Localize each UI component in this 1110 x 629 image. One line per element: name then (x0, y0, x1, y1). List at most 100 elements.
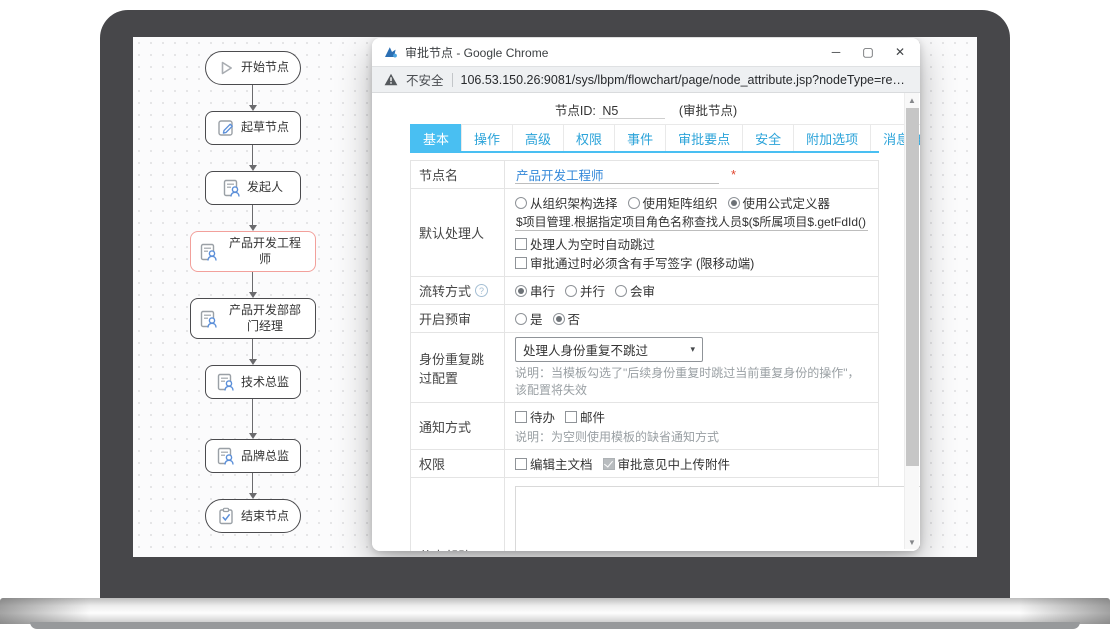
radio-option[interactable]: 否 (553, 309, 581, 328)
scroll-down-icon[interactable]: ▼ (905, 535, 919, 549)
identity-skip-hint: 说明：当模板勾选了"后续身份重复时跳过当前重复身份的操作"，该配置将失效 (515, 364, 868, 398)
radio-icon (565, 285, 577, 297)
node-type-suffix: (审批节点) (679, 104, 737, 118)
radio-icon (515, 313, 527, 325)
tab-操作[interactable]: 操作 (461, 124, 513, 151)
url-text: 106.53.150.26:9081/sys/lbpm/flowchart/pa… (461, 73, 908, 87)
checkbox-label: 审批意见中上传附件 (618, 454, 731, 473)
maximize-icon[interactable]: ▢ (852, 40, 884, 64)
help-icon[interactable]: ? (475, 284, 488, 297)
checkbox-option[interactable]: 待办 (515, 407, 555, 426)
scrollbar-thumb[interactable] (906, 108, 919, 466)
checkbox-option[interactable]: 编辑主文档 (515, 454, 593, 473)
radio-label: 使用公式定义器 (743, 193, 831, 212)
radio-icon (728, 197, 740, 209)
laptop-screen: 开始节点起草节点发起人产品开发工程师产品开发部部门经理技术总监品牌总监结束节点 … (133, 37, 977, 557)
flow-node-产品开发工程师[interactable]: 产品开发工程师 (190, 231, 316, 272)
node-id-value: N5 (599, 104, 665, 119)
radio-icon (615, 285, 627, 297)
flow-node-结束节点[interactable]: 结束节点 (205, 499, 301, 533)
tab-安全[interactable]: 安全 (742, 124, 794, 151)
node-name-label: 节点名 (411, 161, 505, 188)
laptop-base-lip (30, 622, 1080, 629)
flow-node-品牌总监[interactable]: 品牌总监 (205, 439, 301, 473)
security-label: 不安全 (406, 70, 444, 89)
permission-group: 编辑主文档 审批意见中上传附件 (515, 454, 868, 473)
tab-事件[interactable]: 事件 (614, 124, 666, 151)
identity-skip-select[interactable]: 处理人身份重复不跳过 ▾ (515, 337, 703, 362)
radio-option[interactable]: 会审 (615, 281, 655, 300)
checkbox-label: 处理人为空时自动跳过 (530, 234, 655, 253)
tab-基本[interactable]: 基本 (410, 124, 462, 151)
scroll-up-icon[interactable]: ▲ (905, 93, 919, 107)
flow-node-技术总监[interactable]: 技术总监 (205, 365, 301, 399)
handler-source-group: 从组织架构选择 使用矩阵组织 使用公式定义器 (515, 193, 868, 212)
person-icon (216, 446, 236, 466)
flow-node-发起人[interactable]: 发起人 (205, 171, 301, 205)
flow-node-label: 品牌总监 (241, 449, 289, 465)
checkbox-icon (515, 257, 527, 269)
node-id-line: 节点ID: N5 (审批节点) (372, 100, 920, 119)
scrollbar[interactable]: ▲ ▼ (904, 93, 919, 549)
flow-node-label: 产品开发部部门经理 (224, 303, 307, 334)
radio-option[interactable]: 使用矩阵组织 (628, 193, 718, 212)
pre-review-label: 开启预审 (411, 305, 505, 332)
row-node-name: 节点名 * (410, 161, 879, 189)
radio-icon (515, 197, 527, 209)
tab-权限[interactable]: 权限 (563, 124, 615, 151)
radio-option[interactable]: 使用公式定义器 (728, 193, 831, 212)
checkbox-option[interactable]: 处理人为空时自动跳过 (515, 234, 655, 253)
row-permission: 权限 编辑主文档 审批意见中上传附件 (410, 450, 879, 478)
page: 开始节点起草节点发起人产品开发工程师产品开发部部门经理技术总监品牌总监结束节点 … (0, 0, 1110, 629)
default-handler-label: 默认处理人 (411, 189, 505, 276)
flow-node-开始节点[interactable]: 开始节点 (205, 51, 301, 85)
checkbox-icon (515, 238, 527, 250)
flow-node-起草节点[interactable]: 起草节点 (205, 111, 301, 145)
radio-option[interactable]: 从组织架构选择 (515, 193, 618, 212)
radio-label: 串行 (530, 281, 555, 300)
flow-node-label: 发起人 (247, 180, 283, 196)
handler-formula-input[interactable] (515, 212, 868, 231)
flow-arrow (249, 85, 257, 111)
minimize-icon[interactable]: ─ (820, 40, 852, 64)
row-identity-skip: 身份重复跳过配置 处理人身份重复不跳过 ▾ 说明：当模板勾选了"后续身份重复时跳… (410, 333, 879, 403)
flowchart-canvas: 开始节点起草节点发起人产品开发工程师产品开发部部门经理技术总监品牌总监结束节点 (133, 51, 372, 533)
identity-skip-label: 身份重复跳过配置 (411, 333, 505, 402)
row-default-handler: 默认处理人 从组织架构选择 使用矩阵组织 使用公式定义器 处理人为空时自动跳过审批通… (410, 189, 879, 277)
flow-arrow (249, 399, 257, 439)
radio-label: 是 (530, 309, 543, 328)
radio-option[interactable]: 并行 (565, 281, 605, 300)
chrome-popup-window: 审批节点 - Google Chrome ─ ▢ ✕ 不安全 106.53.15… (372, 38, 920, 551)
checkbox-option[interactable]: 审批通过时必须含有手写签字 (限移动端) (515, 253, 754, 272)
tab-审批要点[interactable]: 审批要点 (665, 124, 743, 151)
flow-node-label: 产品开发工程师 (224, 236, 307, 267)
node-name-input[interactable] (515, 165, 719, 184)
flow-node-产品开发部部门经理[interactable]: 产品开发部部门经理 (190, 298, 316, 339)
attribute-form: 节点名 * 默认处理人 从组织架构选择使用矩阵组织使用 (410, 160, 879, 551)
node-help-label: 节点帮助 (411, 478, 505, 551)
checkbox-option[interactable]: 邮件 (565, 407, 605, 426)
person-icon (216, 372, 236, 392)
node-help-textarea[interactable] (515, 486, 920, 551)
flow-arrow (249, 339, 257, 365)
radio-label: 从组织架构选择 (530, 193, 618, 212)
radio-label: 使用矩阵组织 (643, 193, 718, 212)
flow-mode-group: 串行并行会审 (515, 281, 868, 300)
tab-附加选项[interactable]: 附加选项 (793, 124, 871, 151)
flow-node-label: 开始节点 (241, 60, 289, 76)
checkbox-icon (603, 458, 615, 470)
identity-skip-selected: 处理人身份重复不跳过 (523, 340, 648, 359)
radio-label: 否 (568, 309, 581, 328)
permission-label: 权限 (411, 450, 505, 477)
address-bar[interactable]: 不安全 106.53.150.26:9081/sys/lbpm/flowchar… (372, 66, 920, 93)
chevron-down-icon: ▾ (690, 344, 695, 355)
checkbox-label: 待办 (530, 407, 555, 426)
flow-arrow (249, 272, 257, 298)
checkbox-option[interactable]: 审批意见中上传附件 (603, 454, 731, 473)
radio-option[interactable]: 串行 (515, 281, 555, 300)
close-icon[interactable]: ✕ (884, 40, 916, 64)
radio-option[interactable]: 是 (515, 309, 543, 328)
tab-高级[interactable]: 高级 (512, 124, 564, 151)
checkbox-icon (515, 411, 527, 423)
window-titlebar[interactable]: 审批节点 - Google Chrome ─ ▢ ✕ (372, 38, 920, 66)
